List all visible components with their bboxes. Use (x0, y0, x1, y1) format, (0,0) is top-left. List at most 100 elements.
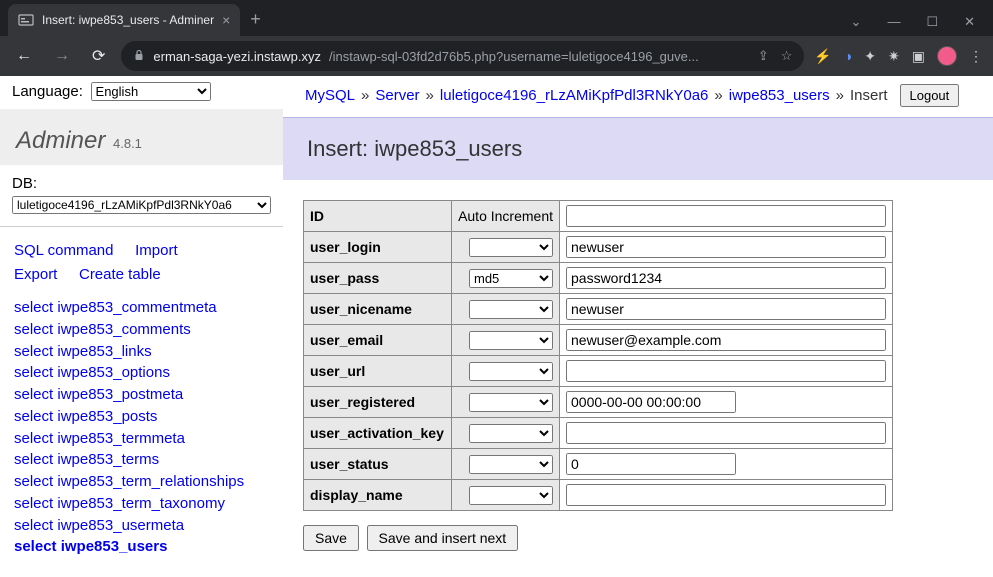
field-value-cell (560, 263, 893, 294)
value-input[interactable] (566, 298, 886, 320)
share-icon[interactable]: ⇪ (758, 48, 769, 64)
value-input[interactable] (566, 205, 886, 227)
table-name: iwpe853_postmeta (57, 386, 183, 403)
table-name: iwpe853_comments (57, 321, 190, 338)
value-input[interactable] (566, 422, 886, 444)
field-row: user_url (304, 356, 893, 387)
crumb-server[interactable]: Server (375, 87, 419, 104)
function-select[interactable] (469, 238, 553, 257)
function-select[interactable] (469, 486, 553, 505)
link-import[interactable]: Import (135, 242, 178, 259)
extensions-menu-icon[interactable]: ✷ (888, 48, 900, 65)
value-input[interactable] (566, 236, 886, 258)
auto-increment-label: Auto Increment (458, 208, 553, 224)
lock-icon (133, 49, 145, 64)
logout-button[interactable]: Logout (900, 84, 960, 107)
table-link[interactable]: select iwpe853_postmeta (14, 384, 269, 406)
maximize-icon[interactable]: ☐ (926, 14, 938, 30)
table-link[interactable]: select iwpe853_commentmeta (14, 297, 269, 319)
table-link[interactable]: select iwpe853_term_taxonomy (14, 493, 269, 515)
table-link[interactable]: select iwpe853_terms (14, 449, 269, 471)
table-name: iwpe853_term_taxonomy (57, 495, 225, 512)
back-icon[interactable]: ← (10, 43, 38, 69)
function-select[interactable] (469, 331, 553, 350)
select-prefix: select (14, 495, 57, 512)
table-link[interactable]: select iwpe853_termmeta (14, 428, 269, 450)
field-value-cell (560, 480, 893, 511)
function-select[interactable] (469, 393, 553, 412)
value-input[interactable] (566, 267, 886, 289)
extension-icon[interactable]: ◑ (844, 48, 852, 64)
table-link[interactable]: select iwpe853_options (14, 362, 269, 384)
crumb-table[interactable]: iwpe853_users (729, 87, 830, 104)
table-link[interactable]: select iwpe853_comments (14, 319, 269, 341)
breadcrumb: MySQL » Server » luletigoce4196_rLzAMiKp… (283, 76, 993, 113)
extension-icon[interactable]: ⚡ (814, 48, 831, 65)
field-value-cell (560, 418, 893, 449)
field-name-header: user_registered (304, 387, 452, 418)
table-link[interactable]: select iwpe853_posts (14, 406, 269, 428)
forward-icon[interactable]: → (48, 43, 76, 69)
close-window-icon[interactable]: ✕ (964, 14, 975, 30)
close-icon[interactable]: × (222, 12, 230, 28)
db-select[interactable]: luletigoce4196_rLzAMiKpfPdl3RNkY0a6 (12, 196, 271, 214)
select-prefix: select (14, 364, 57, 381)
function-select[interactable] (469, 300, 553, 319)
table-link[interactable]: select iwpe853_usermeta (14, 515, 269, 537)
field-function-cell (452, 449, 560, 480)
link-sql-command[interactable]: SQL command (14, 242, 114, 259)
value-input[interactable] (566, 360, 886, 382)
select-prefix: select (14, 321, 57, 338)
browser-tab[interactable]: Insert: iwpe853_users - Adminer × (8, 4, 240, 36)
field-function-cell (452, 325, 560, 356)
language-row: Language: English (0, 76, 283, 109)
field-function-cell (452, 294, 560, 325)
function-select[interactable] (469, 362, 553, 381)
separator-icon: » (836, 87, 844, 104)
link-create-table[interactable]: Create table (79, 266, 161, 283)
brand-version: 4.8.1 (113, 136, 142, 151)
minimize-icon[interactable]: — (887, 14, 900, 30)
page-title: Insert: iwpe853_users (283, 117, 993, 180)
field-value-cell (560, 325, 893, 356)
sidebar: Language: English Adminer 4.8.1 DB: lule… (0, 76, 283, 577)
menu-icon[interactable]: ⋮ (969, 48, 983, 65)
field-value-cell (560, 356, 893, 387)
language-select[interactable]: English (91, 82, 211, 101)
field-name-header: user_nicename (304, 294, 452, 325)
separator-icon: » (361, 87, 369, 104)
chevron-down-icon[interactable]: ⌄ (851, 14, 862, 30)
extension-icon[interactable]: ✦ (864, 48, 876, 65)
table-link[interactable]: select iwpe853_term_relationships (14, 471, 269, 493)
panel-icon[interactable]: ▣ (912, 48, 925, 65)
function-select[interactable] (469, 455, 553, 474)
field-value-cell (560, 201, 893, 232)
function-select[interactable]: md5 (469, 269, 553, 288)
crumb-engine[interactable]: MySQL (305, 87, 355, 104)
value-input[interactable] (566, 391, 736, 413)
table-link[interactable]: select iwpe853_users (14, 536, 269, 558)
window-controls: ⌄ — ☐ ✕ (833, 14, 993, 36)
value-input[interactable] (566, 453, 736, 475)
field-function-cell (452, 418, 560, 449)
table-link[interactable]: select iwpe853_links (14, 341, 269, 363)
select-prefix: select (14, 299, 57, 316)
field-function-cell (452, 356, 560, 387)
save-and-insert-next-button[interactable] (367, 525, 519, 551)
value-input[interactable] (566, 484, 886, 506)
function-select[interactable] (469, 424, 553, 443)
save-button[interactable] (303, 525, 359, 551)
link-export[interactable]: Export (14, 266, 57, 283)
avatar[interactable] (937, 46, 957, 66)
field-function-cell: Auto Increment (452, 201, 560, 232)
field-row: user_status (304, 449, 893, 480)
select-prefix: select (14, 408, 57, 425)
table-name: iwpe853_commentmeta (57, 299, 216, 316)
star-icon[interactable]: ☆ (781, 48, 793, 64)
crumb-db[interactable]: luletigoce4196_rLzAMiKpfPdl3RNkY0a6 (440, 87, 709, 104)
reload-icon[interactable]: ⟳ (86, 42, 111, 70)
value-input[interactable] (566, 329, 886, 351)
brand-name: Adminer (16, 127, 105, 154)
address-bar[interactable]: erman-saga-yezi.instawp.xyz/instawp-sql-… (121, 41, 804, 71)
new-tab-button[interactable]: + (240, 3, 271, 36)
